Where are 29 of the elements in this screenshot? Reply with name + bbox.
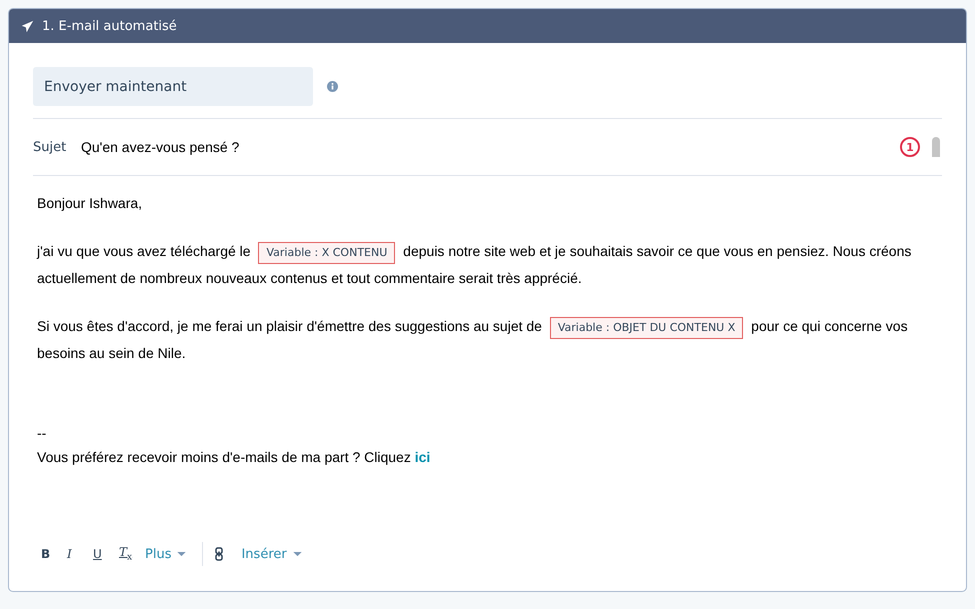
card-title: 1. E-mail automatisé: [42, 18, 177, 34]
body-text: pour ce qui concerne vos: [751, 318, 908, 334]
underline-button[interactable]: U: [93, 547, 119, 561]
clear-format-button[interactable]: T$_{x}$: [119, 545, 145, 563]
body-text: Vous préférez recevoir moins d'e-mails de ma part ? Cliquez: [37, 449, 411, 465]
body-text: Bonjour Ishwara,: [37, 195, 142, 211]
info-icon: [327, 81, 338, 92]
caret-icon: [292, 552, 302, 556]
dropdown-menu-button[interactable]: Insérer: [241, 546, 302, 562]
caret-icon: [177, 552, 186, 556]
scroll-handle[interactable]: [932, 137, 940, 157]
error-count-badge: 1: [900, 137, 920, 157]
body-text: depuis notre site web et je souhaitais savoir ce que vous en pensiez. Nous créons: [403, 243, 912, 259]
bold-button[interactable]: B: [41, 547, 67, 561]
italic-button[interactable]: I: [67, 547, 93, 561]
subject-field[interactable]: Qu'en avez-vous pensé ?: [81, 139, 900, 155]
body-text: --: [37, 425, 46, 441]
body-text: j'ai vu que vous avez téléchargé le: [37, 243, 251, 259]
subject-label: Sujet: [33, 140, 68, 154]
send-time-field[interactable]: Envoyer maintenant: [33, 67, 313, 106]
body-text: besoins au sein de Nile.: [37, 345, 186, 361]
dropdown-menu-button[interactable]: Plus: [145, 546, 186, 562]
link-icon[interactable]: [215, 547, 224, 561]
paper-plane-icon: [21, 20, 34, 32]
unsubscribe-link[interactable]: ici: [414, 449, 430, 465]
body-text: Si vous êtes d'accord, je me ferai un plaisir d'émettre des suggestions au sujet de: [37, 318, 542, 334]
variable-token[interactable]: Variable : OBJET DU CONTENU X: [550, 317, 744, 339]
variable-token[interactable]: Variable : X CONTENU: [258, 242, 396, 264]
body-text: actuellement de nombreux nouveaux contenus et tout commentaire serait très apprécié.: [37, 270, 582, 286]
